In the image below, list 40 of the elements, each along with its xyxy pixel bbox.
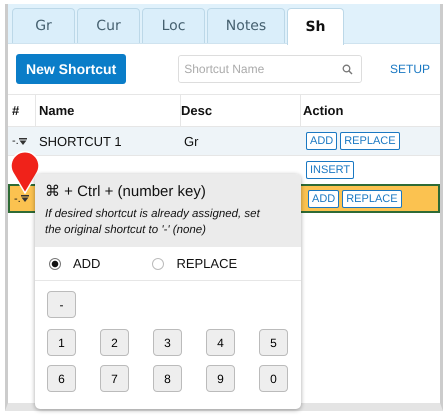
tab[interactable]: Cur xyxy=(77,8,140,43)
action-button[interactable]: REPLACE xyxy=(340,132,400,150)
key-button[interactable]: 9 xyxy=(206,365,235,392)
tab[interactable]: Sh xyxy=(287,8,344,45)
key-button[interactable]: 3 xyxy=(153,329,182,356)
radio-label: REPLACE xyxy=(176,256,238,271)
radio-button[interactable] xyxy=(152,258,164,270)
key-button[interactable]: 8 xyxy=(153,365,182,392)
action-button[interactable]: INSERT xyxy=(306,161,354,179)
new-shortcut-button[interactable]: New Shortcut xyxy=(16,54,126,84)
key-button[interactable]: - xyxy=(47,291,76,318)
setup-link[interactable]: SETUP xyxy=(390,62,430,76)
dropdown-icon[interactable] xyxy=(18,138,27,144)
tab[interactable]: Notes xyxy=(207,8,285,43)
tab[interactable]: Gr xyxy=(12,8,75,43)
row-marker: -. xyxy=(12,135,19,147)
action-button[interactable]: REPLACE xyxy=(342,190,402,208)
key-button[interactable]: 0 xyxy=(259,365,288,392)
dropdown-icon[interactable] xyxy=(20,195,29,202)
search-icon xyxy=(342,64,354,75)
map-pin-icon xyxy=(10,150,40,194)
action-button[interactable]: ADD xyxy=(306,132,338,150)
key-button[interactable]: 4 xyxy=(206,329,235,356)
key-button[interactable]: 1 xyxy=(47,329,76,356)
key-button[interactable]: 5 xyxy=(259,329,288,356)
row-marker: -. xyxy=(14,192,21,204)
shortcut-desc: Gr xyxy=(184,134,198,148)
column-header: Action xyxy=(302,102,344,120)
tab[interactable]: Loc xyxy=(142,8,205,43)
popover-title: ⌘ + Ctrl + (number key) xyxy=(45,182,207,200)
radio-button[interactable] xyxy=(49,258,61,270)
popover-note: If desired shortcut is already assigned, set the original shortcut to '-' (none) xyxy=(45,207,262,238)
search-field[interactable]: Shortcut Name xyxy=(178,55,362,83)
shortcut-name: SHORTCUT 1 xyxy=(39,134,122,148)
table-row[interactable]: -. SHORTCUT 1 Gr ADD REPLACE xyxy=(8,126,440,155)
key-button[interactable]: 7 xyxy=(100,365,129,392)
key-button[interactable]: 2 xyxy=(100,329,129,356)
action-button[interactable]: ADD xyxy=(308,190,340,208)
key-button[interactable]: 6 xyxy=(47,365,76,392)
radio-label: ADD xyxy=(73,256,100,271)
